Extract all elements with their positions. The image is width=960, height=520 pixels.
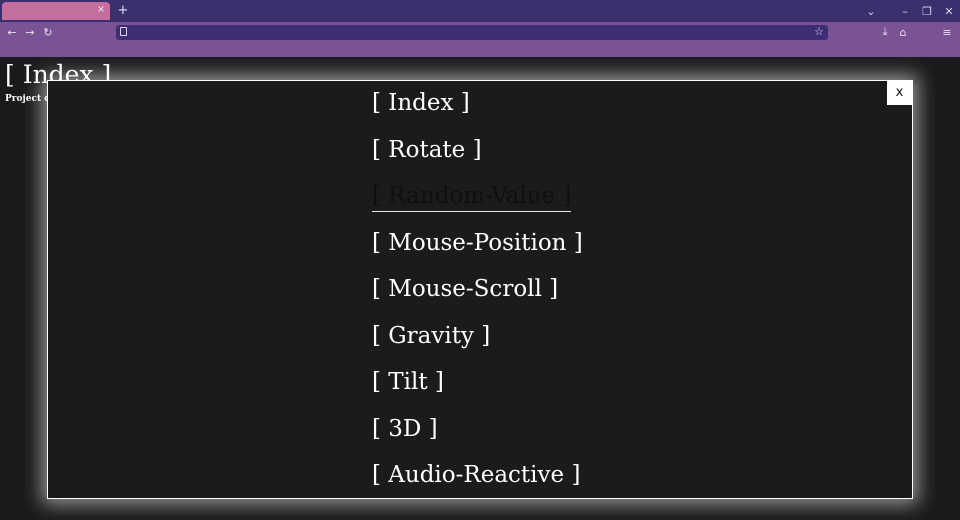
minimize-icon[interactable]: – [894, 0, 916, 22]
menu-item-rotate[interactable]: [ Rotate ] [372, 132, 583, 179]
browser-toolbar: ← → ↻ ☆ ⤓ ⌂ ≡ [0, 22, 960, 42]
close-window-icon[interactable]: ✕ [938, 0, 960, 22]
navigation-modal: x [ Index ] [ Rotate ] [ Random-Value ] … [47, 80, 913, 499]
list-all-tabs-icon[interactable]: ⌄ [860, 0, 882, 22]
browser-tab-active[interactable]: × [2, 2, 110, 20]
downloads-icon[interactable]: ⤓ [876, 23, 894, 41]
menu-item-mouse-scroll[interactable]: [ Mouse-Scroll ] [372, 271, 583, 318]
bookmark-star-icon[interactable]: ☆ [814, 25, 824, 40]
restore-icon[interactable]: ❐ [916, 0, 938, 22]
tab-close-icon[interactable]: × [96, 3, 106, 17]
menu-item-tilt[interactable]: [ Tilt ] [372, 364, 583, 411]
close-button[interactable]: x [887, 81, 912, 105]
menu-item-random-value[interactable]: [ Random-Value ] [372, 178, 583, 225]
extensions-icon[interactable]: ⌂ [894, 23, 912, 41]
forward-icon[interactable]: → [21, 23, 39, 41]
page-icon [120, 27, 127, 36]
menu-item-index[interactable]: [ Index ] [372, 85, 583, 132]
menu-item-3d[interactable]: [ 3D ] [372, 411, 583, 458]
menu-icon[interactable]: ≡ [938, 23, 956, 41]
reload-icon[interactable]: ↻ [39, 23, 57, 41]
menu-item-mouse-position[interactable]: [ Mouse-Position ] [372, 225, 583, 272]
bookmarks-bar [0, 42, 960, 57]
toolbar-right: ⤓ ⌂ ≡ [876, 22, 956, 42]
menu-list: [ Index ] [ Rotate ] [ Random-Value ] [ … [372, 85, 583, 504]
new-tab-icon[interactable]: + [116, 2, 130, 20]
menu-item-audio-reactive[interactable]: [ Audio-Reactive ] [372, 457, 583, 504]
menu-item-gravity[interactable]: [ Gravity ] [372, 318, 583, 365]
window-controls: ⌄ – ❐ ✕ [860, 0, 960, 22]
browser-tab-bar: × + ⌄ – ❐ ✕ [0, 0, 960, 22]
address-bar[interactable]: ☆ [116, 25, 828, 40]
back-icon[interactable]: ← [3, 23, 21, 41]
